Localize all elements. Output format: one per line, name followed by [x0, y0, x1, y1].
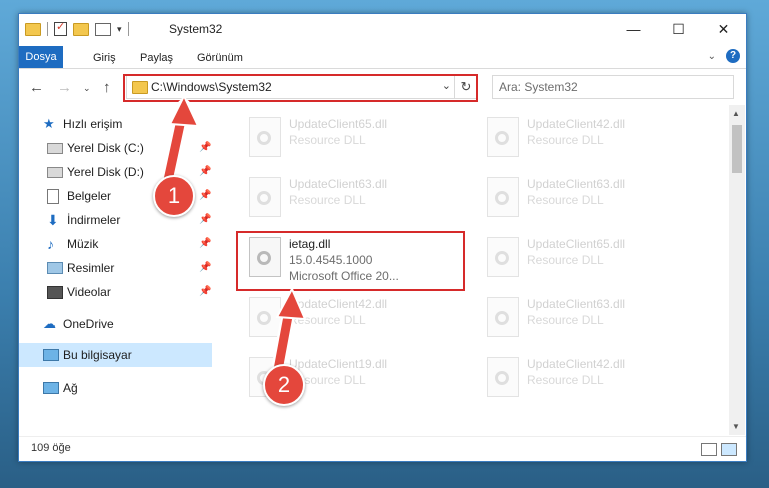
toolbar-separator — [127, 22, 129, 36]
file-tile[interactable]: UpdateClient42.dll Resource DLL — [239, 293, 459, 345]
videos-icon — [47, 286, 63, 299]
minimize-button[interactable]: — — [611, 14, 656, 44]
expand-ribbon-chevron-icon[interactable]: ⌄ — [708, 51, 716, 62]
forward-arrow-icon[interactable]: → — [57, 79, 72, 96]
drive-icon — [47, 143, 63, 154]
vertical-scrollbar[interactable]: ▲ ▼ — [729, 105, 745, 435]
gear-icon — [495, 311, 509, 325]
cloud-icon: ☁ — [43, 316, 56, 331]
step-2-badge: 2 — [263, 364, 305, 406]
pin-icon[interactable]: 📌 — [199, 233, 211, 255]
sidebar-item-local-disk-c[interactable]: Yerel Disk (C:) 📌 — [47, 137, 212, 159]
gear-icon — [495, 251, 509, 265]
tab-paylas[interactable]: Paylaş — [140, 48, 173, 68]
window-title: System32 — [169, 22, 223, 36]
view-properties-icon[interactable] — [95, 22, 111, 36]
tab-dosya[interactable]: Dosya — [19, 46, 63, 68]
gear-icon — [257, 191, 271, 205]
step-1-badge: 1 — [153, 175, 195, 217]
file-tile[interactable]: UpdateClient63.dll Resource DLL — [239, 173, 459, 225]
window-controls: — ☐ ✕ — [611, 14, 746, 44]
scrollbar-thumb[interactable] — [732, 125, 742, 173]
gear-icon — [495, 191, 509, 205]
gear-icon — [495, 371, 509, 385]
drive-icon — [47, 167, 63, 178]
file-tile[interactable]: UpdateClient42.dll Resource DLL — [477, 353, 697, 405]
pin-icon[interactable]: 📌 — [199, 185, 211, 207]
file-tile[interactable]: UpdateClient65.dll Resource DLL — [239, 113, 459, 165]
address-bar-highlight — [123, 74, 478, 102]
pictures-icon — [47, 262, 63, 274]
file-tile[interactable]: UpdateClient42.dll Resource DLL — [477, 113, 697, 165]
details-view-icon[interactable] — [701, 443, 717, 456]
sidebar-item-downloads[interactable]: ⬇ İndirmeler 📌 — [47, 209, 212, 231]
tab-gorunum[interactable]: Görünüm — [197, 48, 243, 68]
pin-icon[interactable]: 📌 — [199, 209, 211, 231]
computer-icon — [43, 349, 59, 361]
sidebar-item-videos[interactable]: Videolar 📌 — [47, 281, 212, 303]
recent-locations-chevron-icon[interactable]: ⌄ — [83, 83, 91, 94]
toolbar-separator — [47, 22, 48, 36]
tab-giris[interactable]: Giriş — [93, 48, 116, 68]
pin-icon[interactable]: 📌 — [199, 137, 211, 159]
new-folder-icon[interactable] — [73, 22, 89, 36]
ribbon-tabs: Dosya Giriş Paylaş Görünüm ⌄ ? — [19, 46, 746, 69]
star-icon: ★ — [43, 116, 55, 131]
title-bar: ▾ System32 — ☐ ✕ — [19, 14, 746, 46]
file-highlight — [236, 231, 465, 291]
ribbon-controls: ⌄ ? — [708, 49, 740, 63]
pin-icon[interactable]: 📌 — [199, 161, 211, 183]
gear-icon — [495, 131, 509, 145]
sidebar-item-music[interactable]: ♪ Müzik 📌 — [47, 233, 212, 255]
file-tile[interactable]: UpdateClient63.dll Resource DLL — [477, 173, 697, 225]
download-arrow-icon: ⬇ — [47, 212, 59, 228]
pin-icon[interactable]: 📌 — [199, 281, 211, 303]
pin-icon[interactable]: 📌 — [199, 257, 211, 279]
properties-check-icon[interactable] — [54, 20, 67, 36]
scroll-down-icon[interactable]: ▼ — [732, 422, 740, 431]
sidebar-item-pictures[interactable]: Resimler 📌 — [47, 257, 212, 279]
status-bar: 109 öğe — [19, 436, 746, 461]
large-icons-view-icon[interactable] — [721, 443, 737, 456]
up-arrow-icon[interactable]: ↑ — [103, 79, 111, 96]
customize-toolbar-chevron-icon[interactable]: ▾ — [117, 24, 122, 35]
gear-icon — [257, 131, 271, 145]
documents-icon — [47, 189, 59, 204]
gear-icon — [257, 311, 271, 325]
scroll-up-icon[interactable]: ▲ — [732, 109, 740, 118]
quick-access-toolbar: ▾ — [25, 20, 129, 36]
file-tile[interactable]: UpdateClient65.dll Resource DLL — [477, 233, 697, 285]
file-tile[interactable]: UpdateClient63.dll Resource DLL — [477, 293, 697, 345]
maximize-button[interactable]: ☐ — [656, 14, 701, 44]
help-icon[interactable]: ? — [726, 49, 740, 63]
navigation-pane: ★ Hızlı erişim Yerel Disk (C:) 📌 Yerel D… — [19, 105, 212, 435]
search-placeholder: Ara: System32 — [499, 80, 578, 94]
item-count: 109 öğe — [31, 442, 71, 454]
folder-icon[interactable] — [25, 22, 41, 36]
network-icon — [43, 382, 59, 394]
music-note-icon: ♪ — [47, 236, 54, 252]
close-button[interactable]: ✕ — [701, 14, 746, 44]
search-input[interactable]: Ara: System32 — [492, 75, 734, 99]
back-arrow-icon[interactable]: ← — [29, 79, 44, 96]
